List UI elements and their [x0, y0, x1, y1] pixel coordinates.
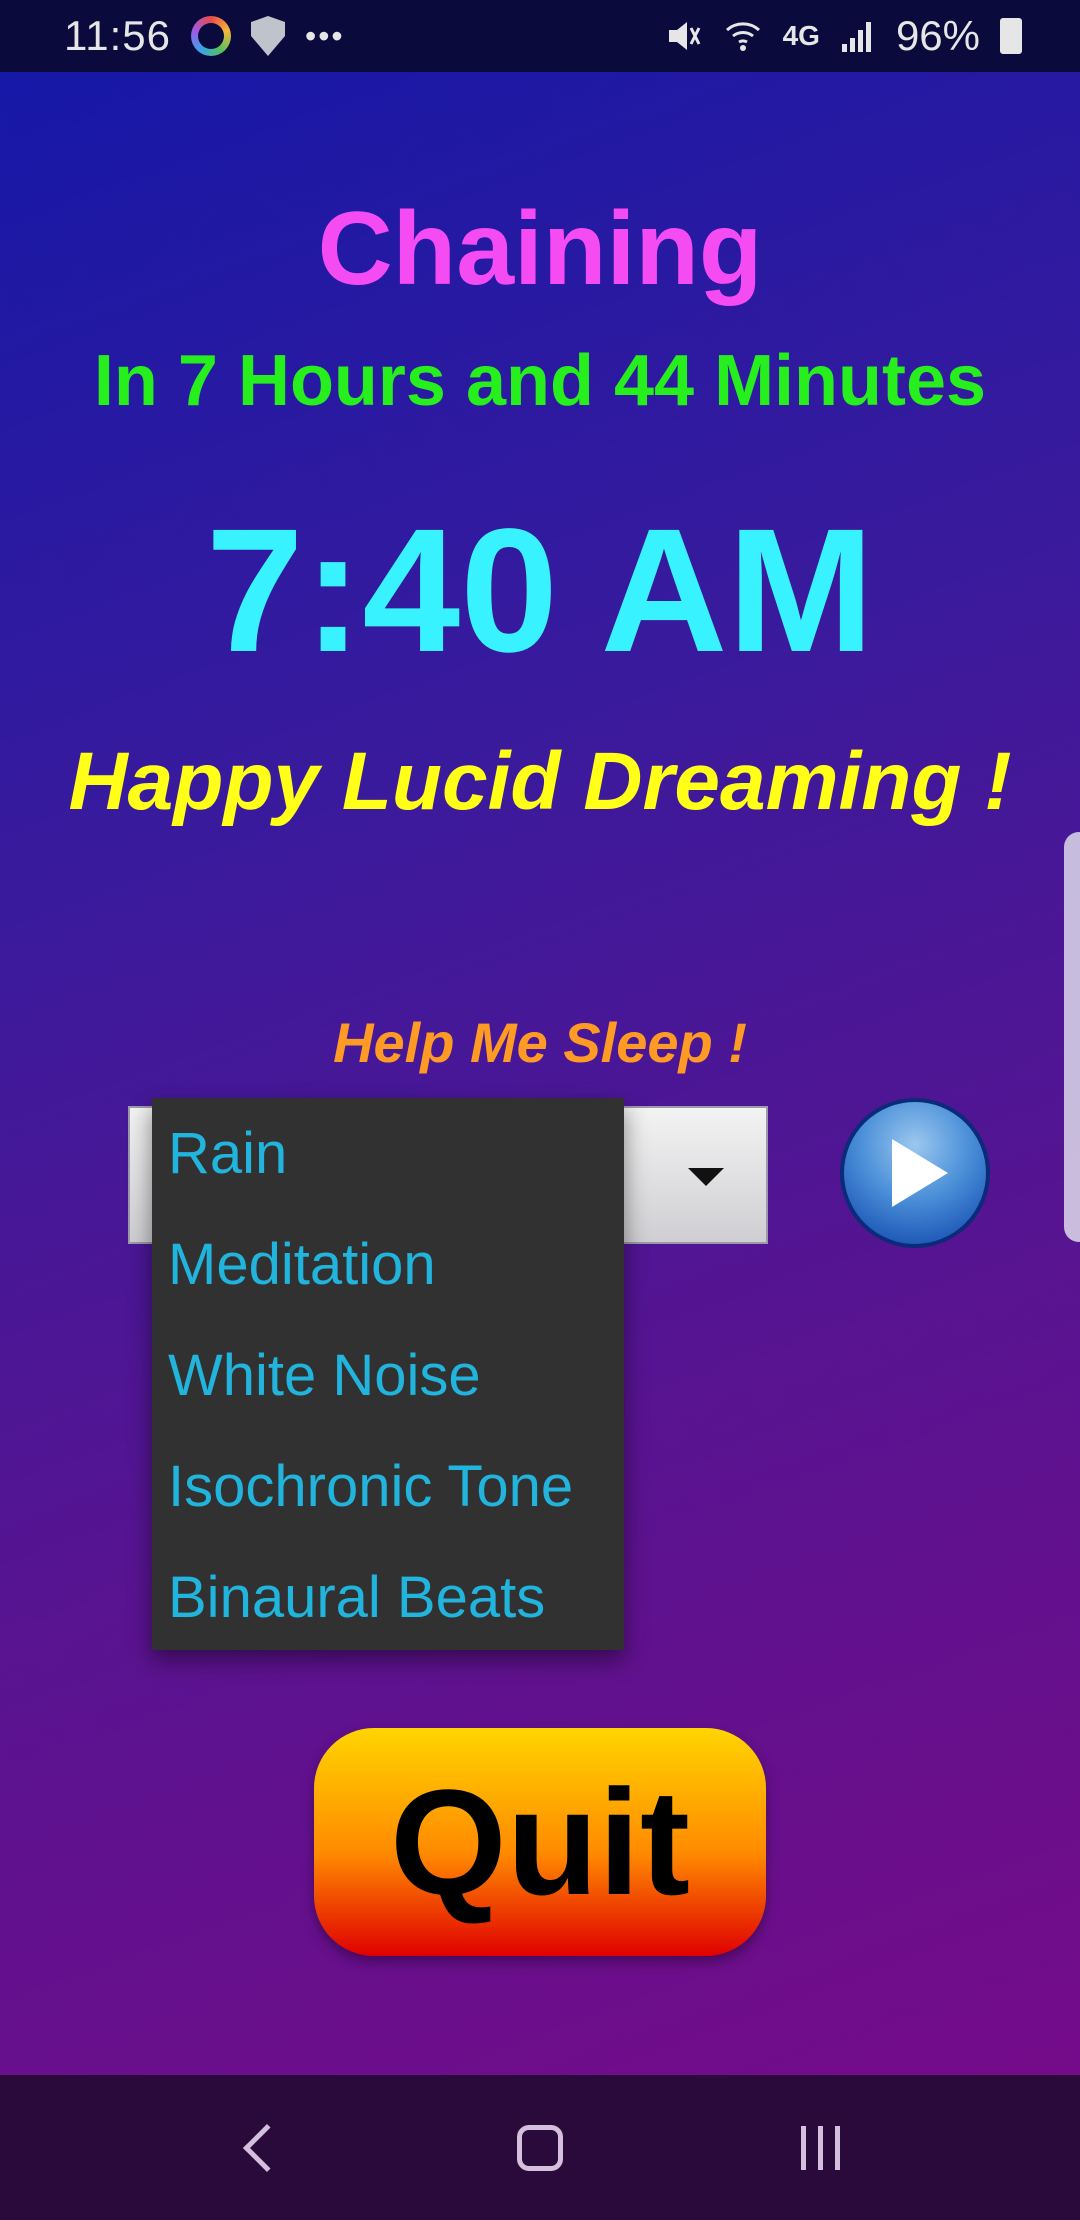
wifi-icon [723, 16, 763, 56]
help-me-sleep-label: Help Me Sleep ! [333, 1011, 747, 1074]
quit-button[interactable]: Quit [314, 1728, 766, 1956]
greeting-message: Happy Lucid Dreaming ! [68, 736, 1012, 827]
network-type-label: 4G [782, 20, 820, 51]
back-button[interactable] [220, 2108, 300, 2188]
status-time: 11:56 [64, 12, 171, 59]
navigation-bar [0, 2075, 1080, 2220]
play-button[interactable] [840, 1098, 990, 1248]
home-icon [517, 2124, 563, 2171]
dropdown-option-rain[interactable]: Rain [152, 1098, 624, 1209]
dropdown-option-meditation[interactable]: Meditation [152, 1209, 624, 1320]
alarm-time: 7:40 AM [205, 493, 875, 689]
clock-app-icon [191, 16, 231, 56]
battery-percent: 96% [895, 12, 980, 59]
status-bar-left: 11:56 ••• [64, 12, 345, 60]
signal-icon [840, 18, 876, 54]
shield-icon [251, 16, 285, 56]
status-bar-right: 4G 96% [663, 12, 1022, 60]
alarm-title: Chaining [317, 191, 763, 307]
sleep-sound-dropdown: Rain Meditation White Noise Isochronic T… [152, 1098, 624, 1650]
chevron-down-icon [688, 1168, 724, 1186]
dropdown-option-isochronic-tone[interactable]: Isochronic Tone [152, 1431, 624, 1542]
recents-icon [800, 2125, 840, 2170]
play-icon [892, 1139, 948, 1207]
status-bar: 11:56 ••• 4G 96% [0, 0, 1080, 72]
dropdown-option-white-noise[interactable]: White Noise [152, 1320, 624, 1431]
battery-charging-icon [1000, 18, 1022, 54]
countdown-text: In 7 Hours and 44 Minutes [93, 341, 987, 421]
mute-icon [663, 16, 703, 56]
more-dots-icon: ••• [305, 17, 345, 54]
recents-button[interactable] [780, 2108, 860, 2188]
dropdown-option-binaural-beats[interactable]: Binaural Beats [152, 1542, 624, 1653]
home-button[interactable] [500, 2108, 580, 2188]
back-icon [242, 2123, 292, 2172]
